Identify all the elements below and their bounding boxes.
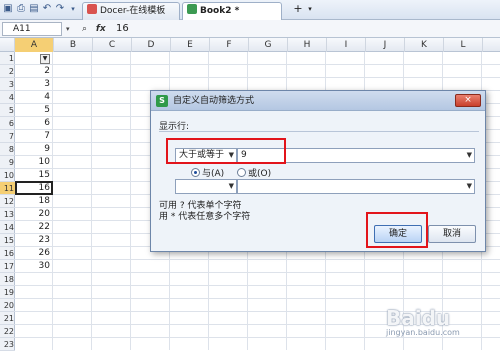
- cell-a6[interactable]: 6: [15, 117, 53, 130]
- row-header-18[interactable]: 18: [0, 273, 15, 286]
- row-header-13[interactable]: 13: [0, 208, 15, 221]
- custom-autofilter-dialog: S 自定义自动筛选方式 × 显示行: 大于或等于 ▼ 9 ▼ 与(A) 或(O)…: [150, 90, 486, 252]
- row-header-6[interactable]: 6: [0, 117, 15, 130]
- tab-docer-label: Docer-在线模板: [100, 6, 166, 16]
- watermark-subtext: jingyan.baidu.com: [386, 328, 460, 337]
- highlight-criteria-box: [166, 138, 286, 164]
- column-header-f[interactable]: F: [210, 38, 249, 52]
- row-header-10[interactable]: 10: [0, 169, 15, 182]
- customize-dropdown-icon[interactable]: ▾: [67, 3, 79, 15]
- wildcard-hint-multi: 用 * 代表任意多个字符: [159, 212, 251, 222]
- column-header-g[interactable]: G: [249, 38, 288, 52]
- spreadsheet-icon: [187, 4, 197, 14]
- close-button[interactable]: ×: [455, 94, 481, 107]
- active-cell-outline: [15, 181, 53, 195]
- radio-dot-selected: [191, 168, 200, 177]
- cancel-button[interactable]: 取消: [428, 225, 476, 243]
- row-header-5[interactable]: 5: [0, 104, 15, 117]
- baidu-watermark-logo: Baidu jingyan.baidu.com: [386, 306, 496, 342]
- cell-a4[interactable]: 4: [15, 91, 53, 104]
- cell-a3[interactable]: 3: [15, 78, 53, 91]
- name-box-dropdown-icon[interactable]: ▾: [66, 22, 74, 36]
- row-header-19[interactable]: 19: [0, 286, 15, 299]
- docer-icon: [87, 4, 97, 14]
- row-header-17[interactable]: 17: [0, 260, 15, 273]
- cell-a16[interactable]: 26: [15, 247, 53, 260]
- undo-icon[interactable]: ↶: [41, 3, 53, 15]
- wildcard-hint-single: 可用 ? 代表单个字符: [159, 201, 242, 211]
- tab-menu-icon[interactable]: ▾: [304, 3, 316, 15]
- fx-icon[interactable]: fx: [96, 24, 106, 34]
- row-header-2[interactable]: 2: [0, 65, 15, 78]
- cell-a13[interactable]: 20: [15, 208, 53, 221]
- highlight-ok-box: [366, 212, 428, 248]
- tab-docer[interactable]: Docer-在线模板: [82, 2, 180, 20]
- column-header-c[interactable]: C: [93, 38, 132, 52]
- formula-icons: ⌕ fx: [82, 22, 106, 36]
- and-label: 与(A): [202, 169, 225, 179]
- criteria2-operator-select[interactable]: ▼: [175, 179, 237, 194]
- chevron-down-icon: ▼: [228, 182, 234, 190]
- column-header-i[interactable]: I: [327, 38, 366, 52]
- zoom-icon[interactable]: ⌕: [82, 24, 87, 34]
- chevron-down-icon: ▼: [466, 151, 472, 159]
- cell-a9[interactable]: 10: [15, 156, 53, 169]
- or-label: 或(O): [248, 169, 272, 179]
- spreadsheet-app-icon: S: [156, 95, 168, 107]
- name-box[interactable]: A11: [2, 22, 62, 36]
- new-tab-icon[interactable]: +: [292, 3, 304, 15]
- chevron-down-icon: ▼: [466, 182, 472, 190]
- redo-icon[interactable]: ↷: [54, 3, 66, 15]
- criteria2-value-select[interactable]: ▼: [237, 179, 475, 194]
- formula-bar: A11 ▾ ⌕ fx 16: [0, 20, 500, 38]
- column-headers: ABCDEFGHIJKL: [0, 38, 500, 52]
- row-header-4[interactable]: 4: [0, 91, 15, 104]
- column-header-a[interactable]: A: [15, 38, 54, 52]
- column-header-d[interactable]: D: [132, 38, 171, 52]
- row-header-3[interactable]: 3: [0, 78, 15, 91]
- row-header-22[interactable]: 22: [0, 325, 15, 338]
- cell-a14[interactable]: 22: [15, 221, 53, 234]
- row-header-8[interactable]: 8: [0, 143, 15, 156]
- column-header-b[interactable]: B: [54, 38, 93, 52]
- dialog-title: 自定义自动筛选方式: [173, 96, 255, 106]
- column-header-h[interactable]: H: [288, 38, 327, 52]
- row-header-21[interactable]: 21: [0, 312, 15, 325]
- row-header-11[interactable]: 11: [0, 182, 15, 195]
- select-all-corner[interactable]: [0, 38, 15, 52]
- watermark-text: Baidu: [386, 306, 451, 330]
- row-header-9[interactable]: 9: [0, 156, 15, 169]
- column-header-j[interactable]: J: [366, 38, 405, 52]
- column-header-e[interactable]: E: [171, 38, 210, 52]
- print-preview-icon[interactable]: ▤: [28, 3, 40, 15]
- row-header-16[interactable]: 16: [0, 247, 15, 260]
- row-header-12[interactable]: 12: [0, 195, 15, 208]
- autofilter-dropdown-icon[interactable]: ▼: [40, 54, 50, 64]
- row-header-7[interactable]: 7: [0, 130, 15, 143]
- cell-a17[interactable]: 30: [15, 260, 53, 273]
- row-header-14[interactable]: 14: [0, 221, 15, 234]
- column-header-l[interactable]: L: [444, 38, 483, 52]
- formula-input[interactable]: 16: [112, 22, 498, 36]
- tab-book2-label: Book2 *: [200, 6, 240, 16]
- tab-book2[interactable]: Book2 *: [182, 2, 282, 20]
- cell-a8[interactable]: 9: [15, 143, 53, 156]
- column-header-k[interactable]: K: [405, 38, 444, 52]
- row-header-23[interactable]: 23: [0, 338, 15, 351]
- dialog-title-bar: S 自定义自动筛选方式 ×: [151, 91, 485, 111]
- divider: [159, 131, 479, 132]
- cell-a15[interactable]: 23: [15, 234, 53, 247]
- save-icon[interactable]: ▣: [2, 3, 14, 15]
- title-toolbar: ▣ ⎙ ▤ ↶ ↷ ▾ Docer-在线模板 Book2 * + ▾: [0, 0, 500, 20]
- row-headers: 1 2 3 4 5 6 7 8 9 10 11 12 13 14 15 16 17 18 19 20 21 22 23: [0, 52, 15, 351]
- cell-a12[interactable]: 18: [15, 195, 53, 208]
- print-icon[interactable]: ⎙: [15, 3, 27, 15]
- row-header-20[interactable]: 20: [0, 299, 15, 312]
- cell-a5[interactable]: 5: [15, 104, 53, 117]
- radio-dot: [237, 168, 246, 177]
- row-header-1[interactable]: 1: [0, 52, 15, 65]
- cell-a2[interactable]: 2: [15, 65, 53, 78]
- cell-a7[interactable]: 7: [15, 130, 53, 143]
- row-header-15[interactable]: 15: [0, 234, 15, 247]
